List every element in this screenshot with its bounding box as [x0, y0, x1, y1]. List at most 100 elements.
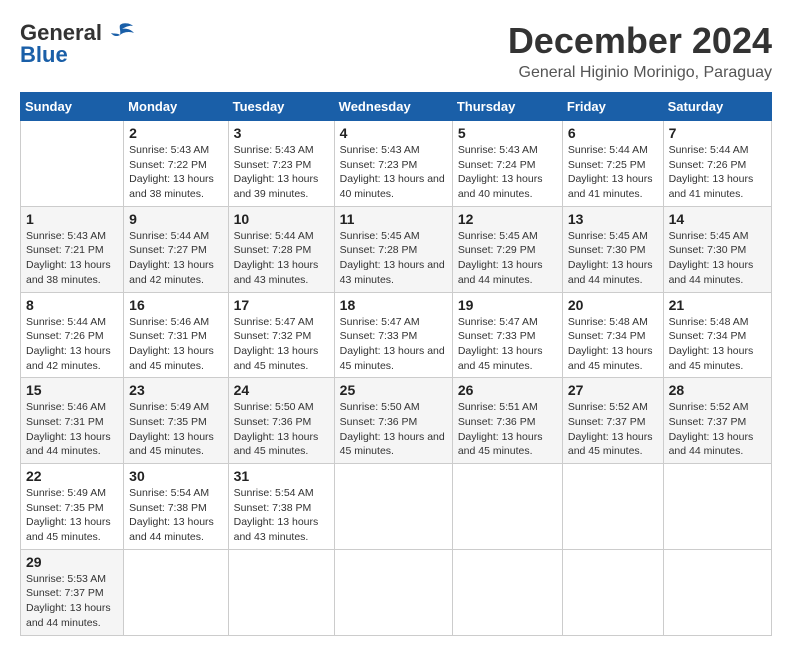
day-number: 24 — [234, 382, 329, 398]
day-number: 31 — [234, 468, 329, 484]
calendar-week-row: 1 Sunrise: 5:43 AMSunset: 7:21 PMDaylight… — [21, 206, 772, 292]
day-info: Sunrise: 5:49 AMSunset: 7:35 PMDaylight:… — [26, 487, 111, 543]
calendar-cell: 11 Sunrise: 5:45 AMSunset: 7:28 PMDayligh… — [334, 206, 452, 292]
calendar-cell: 20 Sunrise: 5:48 AMSunset: 7:34 PMDayligh… — [562, 292, 663, 378]
calendar-cell: 6 Sunrise: 5:44 AMSunset: 7:25 PMDaylight… — [562, 121, 663, 207]
calendar-cell: 12Sunrise: 5:45 AMSunset: 7:29 PMDayligh… — [452, 206, 562, 292]
day-info: Sunrise: 5:43 AMSunset: 7:24 PMDaylight:… — [458, 144, 543, 200]
calendar-cell: 27Sunrise: 5:52 AMSunset: 7:37 PMDayligh… — [562, 378, 663, 464]
day-number: 27 — [568, 382, 658, 398]
calendar-week-row: 29 Sunrise: 5:53 AMSunset: 7:37 PMDayligh… — [21, 549, 772, 635]
day-info: Sunrise: 5:53 AMSunset: 7:37 PMDaylight:… — [26, 573, 111, 629]
day-info: Sunrise: 5:45 AMSunset: 7:30 PMDaylight:… — [568, 230, 653, 286]
header-cell-saturday: Saturday — [663, 93, 771, 121]
day-info: Sunrise: 5:44 AMSunset: 7:25 PMDaylight:… — [568, 144, 653, 200]
logo-bird-icon — [105, 21, 135, 45]
calendar-cell: 14Sunrise: 5:45 AMSunset: 7:30 PMDayligh… — [663, 206, 771, 292]
day-number: 25 — [340, 382, 447, 398]
calendar-week-row: 15Sunrise: 5:46 AMSunset: 7:31 PMDayligh… — [21, 378, 772, 464]
day-number: 29 — [26, 554, 118, 570]
calendar-cell: 5 Sunrise: 5:43 AMSunset: 7:24 PMDaylight… — [452, 121, 562, 207]
logo-blue-text: Blue — [20, 42, 68, 68]
day-info: Sunrise: 5:44 AMSunset: 7:27 PMDaylight:… — [129, 230, 214, 286]
day-number: 9 — [129, 211, 222, 227]
calendar-cell: 15Sunrise: 5:46 AMSunset: 7:31 PMDayligh… — [21, 378, 124, 464]
day-number: 10 — [234, 211, 329, 227]
calendar-cell: 18 Sunrise: 5:47 AMSunset: 7:33 PMDayligh… — [334, 292, 452, 378]
day-number: 22 — [26, 468, 118, 484]
day-number: 3 — [234, 125, 329, 141]
calendar-cell: 4Sunrise: 5:43 AMSunset: 7:23 PMDaylight… — [334, 121, 452, 207]
day-number: 7 — [669, 125, 766, 141]
header-cell-thursday: Thursday — [452, 93, 562, 121]
day-number: 18 — [340, 297, 447, 313]
calendar-cell: 29 Sunrise: 5:53 AMSunset: 7:37 PMDayligh… — [21, 549, 124, 635]
day-number: 30 — [129, 468, 222, 484]
day-number: 23 — [129, 382, 222, 398]
calendar-cell: 1 Sunrise: 5:43 AMSunset: 7:21 PMDaylight… — [21, 206, 124, 292]
day-info: Sunrise: 5:45 AMSunset: 7:29 PMDaylight:… — [458, 230, 543, 286]
day-info: Sunrise: 5:48 AMSunset: 7:34 PMDaylight:… — [568, 316, 653, 372]
header-cell-friday: Friday — [562, 93, 663, 121]
calendar-cell: 31 Sunrise: 5:54 AMSunset: 7:38 PMDayligh… — [228, 464, 334, 550]
calendar-cell: 25 Sunrise: 5:50 AMSunset: 7:36 PMDayligh… — [334, 378, 452, 464]
header-cell-monday: Monday — [124, 93, 228, 121]
day-number: 19 — [458, 297, 557, 313]
calendar-cell: 13 Sunrise: 5:45 AMSunset: 7:30 PMDayligh… — [562, 206, 663, 292]
day-info: Sunrise: 5:43 AMSunset: 7:21 PMDaylight:… — [26, 230, 111, 286]
calendar-header-row: SundayMondayTuesdayWednesdayThursdayFrid… — [21, 93, 772, 121]
calendar-table: SundayMondayTuesdayWednesdayThursdayFrid… — [20, 92, 772, 636]
calendar-cell — [452, 549, 562, 635]
day-number: 4 — [340, 125, 447, 141]
day-number: 14 — [669, 211, 766, 227]
calendar-cell: 24 Sunrise: 5:50 AMSunset: 7:36 PMDayligh… — [228, 378, 334, 464]
calendar-cell: 22 Sunrise: 5:49 AMSunset: 7:35 PMDayligh… — [21, 464, 124, 550]
header-cell-tuesday: Tuesday — [228, 93, 334, 121]
day-info: Sunrise: 5:47 AMSunset: 7:33 PMDaylight:… — [458, 316, 543, 372]
calendar-week-row: 8Sunrise: 5:44 AMSunset: 7:26 PMDaylight… — [21, 292, 772, 378]
day-number: 13 — [568, 211, 658, 227]
calendar-cell — [334, 549, 452, 635]
calendar-cell: 7 Sunrise: 5:44 AMSunset: 7:26 PMDaylight… — [663, 121, 771, 207]
day-info: Sunrise: 5:50 AMSunset: 7:36 PMDaylight:… — [340, 401, 445, 457]
day-number: 20 — [568, 297, 658, 313]
calendar-cell: 10Sunrise: 5:44 AMSunset: 7:28 PMDayligh… — [228, 206, 334, 292]
calendar-cell: 23Sunrise: 5:49 AMSunset: 7:35 PMDayligh… — [124, 378, 228, 464]
calendar-cell — [562, 549, 663, 635]
calendar-cell — [124, 549, 228, 635]
calendar-cell: 3Sunrise: 5:43 AMSunset: 7:23 PMDaylight… — [228, 121, 334, 207]
day-number: 11 — [340, 211, 447, 227]
header-cell-wednesday: Wednesday — [334, 93, 452, 121]
day-number: 1 — [26, 211, 118, 227]
title-area: December 2024 General Higinio Morinigo, … — [508, 20, 772, 82]
day-info: Sunrise: 5:51 AMSunset: 7:36 PMDaylight:… — [458, 401, 543, 457]
day-info: Sunrise: 5:43 AMSunset: 7:22 PMDaylight:… — [129, 144, 214, 200]
month-title: December 2024 — [508, 20, 772, 62]
calendar-cell: 17Sunrise: 5:47 AMSunset: 7:32 PMDayligh… — [228, 292, 334, 378]
day-info: Sunrise: 5:52 AMSunset: 7:37 PMDaylight:… — [669, 401, 754, 457]
day-number: 16 — [129, 297, 222, 313]
day-number: 6 — [568, 125, 658, 141]
day-number: 21 — [669, 297, 766, 313]
calendar-cell — [334, 464, 452, 550]
calendar-cell — [562, 464, 663, 550]
calendar-cell: 9 Sunrise: 5:44 AMSunset: 7:27 PMDaylight… — [124, 206, 228, 292]
logo: General Blue — [20, 20, 135, 68]
calendar-cell: 16Sunrise: 5:46 AMSunset: 7:31 PMDayligh… — [124, 292, 228, 378]
day-info: Sunrise: 5:44 AMSunset: 7:26 PMDaylight:… — [26, 316, 111, 372]
day-info: Sunrise: 5:47 AMSunset: 7:33 PMDaylight:… — [340, 316, 445, 372]
day-info: Sunrise: 5:47 AMSunset: 7:32 PMDaylight:… — [234, 316, 319, 372]
calendar-cell — [228, 549, 334, 635]
location-subtitle: General Higinio Morinigo, Paraguay — [508, 64, 772, 82]
day-info: Sunrise: 5:54 AMSunset: 7:38 PMDaylight:… — [234, 487, 319, 543]
day-info: Sunrise: 5:45 AMSunset: 7:28 PMDaylight:… — [340, 230, 445, 286]
day-info: Sunrise: 5:44 AMSunset: 7:26 PMDaylight:… — [669, 144, 754, 200]
calendar-cell: 21 Sunrise: 5:48 AMSunset: 7:34 PMDayligh… — [663, 292, 771, 378]
day-number: 5 — [458, 125, 557, 141]
calendar-cell — [663, 549, 771, 635]
calendar-week-row: 22 Sunrise: 5:49 AMSunset: 7:35 PMDayligh… — [21, 464, 772, 550]
header: General Blue December 2024 General Higin… — [20, 20, 772, 82]
day-info: Sunrise: 5:50 AMSunset: 7:36 PMDaylight:… — [234, 401, 319, 457]
day-info: Sunrise: 5:48 AMSunset: 7:34 PMDaylight:… — [669, 316, 754, 372]
day-info: Sunrise: 5:54 AMSunset: 7:38 PMDaylight:… — [129, 487, 214, 543]
